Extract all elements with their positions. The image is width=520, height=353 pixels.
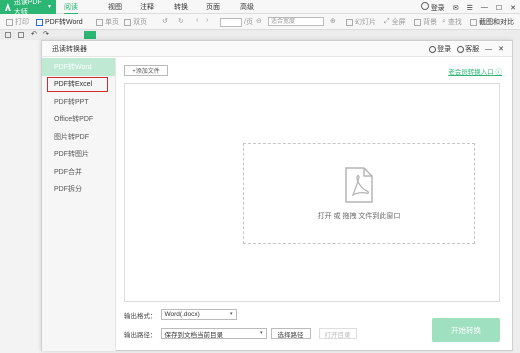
add-file-button[interactable]: +添加文件: [124, 65, 168, 76]
dialog-minimize-icon[interactable]: —: [485, 46, 492, 53]
prev-page-icon[interactable]: ‹: [196, 17, 198, 24]
redo-icon[interactable]: ↷: [43, 30, 49, 38]
output-path-label: 输出路径：: [124, 331, 157, 339]
app-logo-icon: [5, 3, 11, 11]
dialog-close-icon[interactable]: ✕: [498, 45, 504, 53]
screenshot-icon: [470, 18, 477, 26]
maximize-icon[interactable]: ☐: [496, 4, 502, 12]
file-list-area[interactable]: 打开 或 拖拽 文件到此窗口: [124, 83, 500, 302]
output-format-row: 输出格式： Word(.docx) ▾: [124, 309, 237, 320]
chevron-down-icon: ▾: [259, 330, 263, 336]
minimize-icon[interactable]: —: [481, 4, 488, 11]
menu-convert[interactable]: 转换: [174, 2, 188, 12]
background-icon: [414, 18, 421, 26]
output-format-label: 输出格式：: [124, 312, 157, 320]
drop-zone[interactable]: 打开 或 拖拽 文件到此窗口: [243, 143, 475, 244]
print-button[interactable]: 打印: [6, 17, 29, 27]
member-entry-link[interactable]: 老会员转换入口 ⓘ: [448, 66, 502, 76]
open-directory-button[interactable]: 打开目录: [318, 328, 357, 339]
drop-hint-text: 打开 或 拖拽 文件到此窗口: [317, 212, 401, 220]
app-menu-button[interactable]: 迅读PDF大师 ▼: [0, 0, 56, 16]
zoom-select[interactable]: 适合宽度: [268, 17, 324, 26]
output-format-select[interactable]: Word(.docx) ▾: [160, 309, 237, 320]
start-convert-button[interactable]: 开始转换: [432, 318, 500, 342]
output-path-select[interactable]: 保存到文档当前目录 ▾: [160, 328, 267, 339]
sidebar-item-pdf-merge[interactable]: PDF合并: [42, 163, 115, 181]
converter-dialog: 迅读转换器 登录 客服 — ✕ PDF转Word PDF转Excel PDF转P…: [41, 40, 513, 351]
quick-access-row: ↶ ↷: [0, 30, 520, 40]
pages-icon: [124, 18, 131, 26]
menu-advanced[interactable]: 高级: [240, 2, 254, 12]
fullscreen-icon: ⤢: [384, 18, 390, 25]
next-page-icon[interactable]: ›: [206, 17, 208, 24]
user-icon: [420, 2, 429, 10]
sidebar-item-image-to-pdf[interactable]: 图片转PDF: [42, 128, 115, 146]
menu-icon[interactable]: ☰: [467, 4, 473, 12]
headset-icon: [457, 45, 465, 53]
find-button[interactable]: ⌕ 查找: [442, 17, 462, 27]
menu-page[interactable]: 页面: [206, 2, 220, 12]
document-tab[interactable]: [84, 31, 96, 39]
background-button[interactable]: 背景: [414, 17, 437, 27]
dialog-controls: 登录 客服 — ✕: [429, 44, 504, 54]
fullscreen-button[interactable]: ⤢ 全屏: [384, 17, 406, 27]
pdf-file-icon: [345, 166, 373, 203]
output-path-row: 输出路径： 保存到文档当前目录 ▾ 选择路径 打开目录: [124, 328, 357, 339]
sidebar-item-pdf-to-word[interactable]: PDF转Word: [42, 58, 115, 76]
user-icon: [429, 45, 437, 53]
printer-icon: [6, 18, 13, 26]
page-number-input[interactable]: /页: [220, 17, 253, 27]
menubar: 迅读PDF大师 ▼ 阅读 视图 注释 转换 页面 高级 登录 ✉ ☰ — ☐ ✕: [0, 0, 520, 16]
pdf-to-word-button[interactable]: PDF转Word: [36, 17, 83, 27]
choose-path-button[interactable]: 选择路径: [270, 328, 311, 339]
zoom-out-icon[interactable]: ⊖: [256, 17, 262, 25]
sidebar-item-office-to-pdf[interactable]: Office转PDF: [42, 111, 115, 129]
service-button[interactable]: 客服: [457, 44, 479, 54]
rotate-left-icon[interactable]: ↺: [162, 17, 168, 25]
double-page-button[interactable]: 双页: [124, 17, 147, 27]
dialog-login-button[interactable]: 登录: [429, 44, 451, 54]
slideshow-button[interactable]: 幻灯片: [346, 17, 376, 27]
scrollbar[interactable]: [513, 40, 520, 353]
zoom-in-icon[interactable]: ⊕: [330, 17, 336, 25]
slideshow-icon: [346, 18, 353, 26]
single-page-button[interactable]: 单页: [96, 17, 119, 27]
sidebar-item-pdf-to-ppt[interactable]: PDF转PPT: [42, 93, 115, 111]
window-controls: 登录 ✉ ☰ — ☐ ✕: [420, 2, 516, 13]
undo-icon[interactable]: ↶: [31, 30, 37, 38]
sidebar-item-pdf-split[interactable]: PDF拆分: [42, 181, 115, 199]
page-icon: [96, 18, 103, 26]
screenshot-button[interactable]: 截图和对比: [470, 17, 514, 27]
chevron-down-icon: ▾: [229, 311, 233, 317]
login-button[interactable]: 登录: [420, 2, 445, 13]
word-icon: [36, 18, 43, 26]
search-icon: ⌕: [442, 18, 446, 25]
rotate-right-icon[interactable]: ↻: [178, 17, 184, 25]
toolbar: 打印 PDF转Word 单页 双页 ↺ ↻ ‹ › /页 ⊖ 适合宽度 ⊕ 幻灯…: [0, 14, 520, 30]
menu-view[interactable]: 视图: [108, 2, 122, 12]
open-folder-icon[interactable]: [5, 32, 11, 38]
menu-read[interactable]: 阅读: [64, 2, 78, 14]
chevron-down-icon: ▼: [47, 4, 52, 10]
sidebar-item-pdf-to-excel[interactable]: PDF转Excel: [46, 76, 109, 94]
sidebar-item-pdf-to-image[interactable]: PDF转图片: [42, 146, 115, 164]
message-icon[interactable]: ✉: [453, 4, 459, 12]
menu-annotate[interactable]: 注释: [140, 2, 154, 12]
close-icon[interactable]: ✕: [510, 4, 516, 12]
save-icon[interactable]: [18, 32, 24, 38]
converter-sidebar: PDF转Word PDF转Excel PDF转PPT Office转PDF 图片…: [42, 58, 116, 351]
